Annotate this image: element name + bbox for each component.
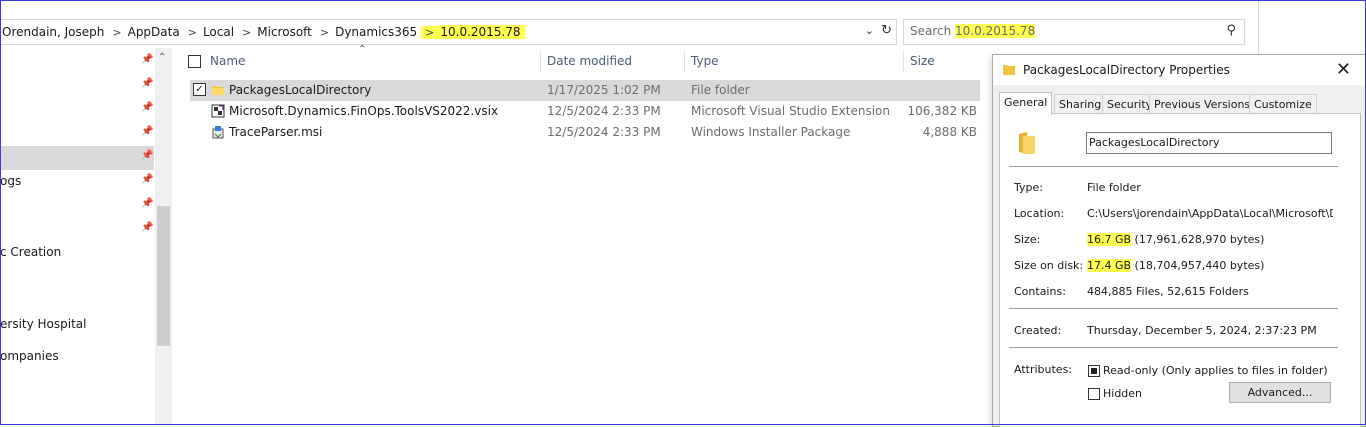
search-placeholder: Search 10.0.2015.78 <box>910 24 1036 38</box>
search-highlight: 10.0.2015.78 <box>955 24 1036 38</box>
checkbox-checked[interactable]: ✓ <box>193 83 206 96</box>
disk-highlight: 17.4 GB <box>1087 259 1132 272</box>
tab-general[interactable]: General <box>999 92 1053 115</box>
file-name[interactable]: PackagesLocalDirectory <box>229 83 371 97</box>
contains-label: Contains: <box>1014 285 1066 298</box>
breadcrumb-item[interactable]: Dynamics365 <box>333 25 421 39</box>
file-size: 4,888 KB <box>922 125 977 139</box>
contains-value: 484,885 Files, 52,615 Folders <box>1087 285 1249 298</box>
vsix-icon <box>211 104 225 118</box>
file-type: File folder <box>691 83 750 97</box>
disk-bytes: (18,704,957,440 bytes) <box>1131 259 1265 272</box>
chevron-down-icon[interactable]: ⌄ <box>865 24 874 37</box>
breadcrumb: Orendain, Joseph > AppData > Local > Mic… <box>0 20 525 44</box>
location-value: C:\Users\jorendain\AppData\Local\Microso… <box>1087 207 1333 220</box>
column-header-name[interactable]: Name <box>210 54 245 68</box>
readonly-checkbox[interactable] <box>1088 365 1100 377</box>
nav-scrollbar[interactable]: ⌃ <box>155 48 172 425</box>
nav-item-label[interactable]: ersity Hospital <box>0 317 86 331</box>
scrollbar-thumb[interactable] <box>157 206 170 346</box>
size-on-disk-value: 17.4 GB (18,704,957,440 bytes) <box>1087 259 1264 272</box>
created-label: Created: <box>1014 324 1062 337</box>
folder-name-value: PackagesLocalDirectory <box>1089 136 1220 149</box>
column-header-size[interactable]: Size <box>910 54 935 68</box>
nav-item-label[interactable]: c Creation <box>0 245 61 259</box>
advanced-button[interactable]: Advanced... <box>1229 382 1331 403</box>
chevron-right-icon[interactable]: > <box>108 26 125 39</box>
file-name[interactable]: Microsoft.Dynamics.FinOps.ToolsVS2022.vs… <box>229 104 498 118</box>
file-date: 12/5/2024 2:33 PM <box>547 125 661 139</box>
size-value: 16.7 GB (17,961,628,970 bytes) <box>1087 233 1264 246</box>
location-label: Location: <box>1014 207 1065 220</box>
nav-item-selected[interactable] <box>0 146 154 170</box>
dialog-titlebar[interactable]: PackagesLocalDirectory Properties ✕ <box>993 55 1365 85</box>
size-on-disk-text: Size on disk: <box>1014 259 1084 272</box>
general-panel: PackagesLocalDirectory Type: File folder… <box>999 113 1361 427</box>
nav-item-label[interactable]: ogs <box>0 174 21 188</box>
file-row[interactable]: ✓ PackagesLocalDirectory 1/17/2025 1:02 … <box>190 80 980 101</box>
pin-icon[interactable]: 📌 <box>141 102 153 113</box>
chevron-right-icon[interactable]: > <box>184 26 201 39</box>
file-name[interactable]: TraceParser.msi <box>229 125 322 139</box>
search-icon[interactable]: ⚲ <box>1226 23 1236 38</box>
tab-sharing[interactable]: Sharing <box>1054 94 1107 114</box>
folder-icon <box>212 86 224 95</box>
breadcrumb-item-current[interactable]: 10.0.2015.78 <box>438 25 525 39</box>
pin-icon[interactable]: 📌 <box>141 150 153 161</box>
type-value: File folder <box>1087 181 1141 194</box>
folder-icon <box>1019 132 1035 154</box>
file-size: 106,382 KB <box>907 104 977 118</box>
hidden-label[interactable]: Hidden <box>1103 387 1142 400</box>
column-header-type[interactable]: Type <box>691 54 719 68</box>
chevron-right-icon[interactable]: > <box>316 26 333 39</box>
folder-name-field[interactable]: PackagesLocalDirectory <box>1086 132 1332 154</box>
chevron-right-icon[interactable]: > <box>238 26 255 39</box>
select-all-checkbox[interactable] <box>188 55 201 68</box>
nav-item-label[interactable]: ompanies <box>0 349 59 363</box>
chevron-right-icon[interactable]: > <box>421 25 439 39</box>
pin-icon[interactable]: 📌 <box>141 78 153 89</box>
attributes-label: Attributes: <box>1014 363 1073 376</box>
created-value: Thursday, December 5, 2024, 2:37:23 PM <box>1087 324 1317 337</box>
properties-dialog: PackagesLocalDirectory Properties ✕ Gene… <box>992 54 1366 427</box>
refresh-icon[interactable]: ↻ <box>881 23 892 38</box>
address-bar[interactable]: Orendain, Joseph > AppData > Local > Mic… <box>0 19 897 45</box>
size-label: Size: <box>1014 233 1041 246</box>
pin-icon[interactable]: 📌 <box>141 174 153 185</box>
tab-customize[interactable]: Customize <box>1249 94 1317 114</box>
close-icon[interactable]: ✕ <box>1336 59 1351 80</box>
breadcrumb-item[interactable]: Orendain, Joseph <box>0 25 108 39</box>
file-type: Windows Installer Package <box>691 125 851 139</box>
hidden-checkbox[interactable] <box>1088 388 1100 400</box>
file-date: 1/17/2025 1:02 PM <box>547 83 661 97</box>
breadcrumb-item[interactable]: Microsoft <box>255 25 316 39</box>
breadcrumb-item[interactable]: AppData <box>126 25 184 39</box>
navigation-pane: 📌 📌 📌 📌 📌 📌 📌 📌 ogs c Creation ersity Ho… <box>0 48 172 425</box>
pin-icon[interactable]: 📌 <box>141 126 153 137</box>
pin-icon[interactable]: 📌 <box>141 222 153 233</box>
column-header-row: ⌃ Name Date modified Type Size <box>180 44 980 74</box>
search-box[interactable]: Search 10.0.2015.78 ⚲ <box>903 19 1245 45</box>
sort-up-icon: ⌃ <box>358 44 367 55</box>
msi-icon <box>212 126 224 139</box>
file-row[interactable]: TraceParser.msi 12/5/2024 2:33 PM Window… <box>190 122 980 143</box>
size-highlight: 16.7 GB <box>1087 233 1132 246</box>
file-type: Microsoft Visual Studio Extension <box>691 104 891 118</box>
scroll-up-icon[interactable]: ⌃ <box>158 52 166 63</box>
readonly-label[interactable]: Read-only (Only applies to files in fold… <box>1103 364 1328 377</box>
type-label: Type: <box>1014 181 1043 194</box>
breadcrumb-item[interactable]: Local <box>201 25 238 39</box>
size-on-disk-label: Size on disk: <box>1014 259 1083 272</box>
size-bytes: (17,961,628,970 bytes) <box>1131 233 1265 246</box>
pin-icon[interactable]: 📌 <box>141 54 153 65</box>
file-date: 12/5/2024 2:33 PM <box>547 104 661 118</box>
column-header-date[interactable]: Date modified <box>547 54 632 68</box>
pin-icon[interactable]: 📌 <box>141 198 153 209</box>
tab-previous-versions[interactable]: Previous Versions <box>1149 94 1256 114</box>
folder-icon <box>1003 65 1015 75</box>
dialog-title: PackagesLocalDirectory Properties <box>1023 63 1230 77</box>
file-row[interactable]: Microsoft.Dynamics.FinOps.ToolsVS2022.vs… <box>190 101 980 122</box>
